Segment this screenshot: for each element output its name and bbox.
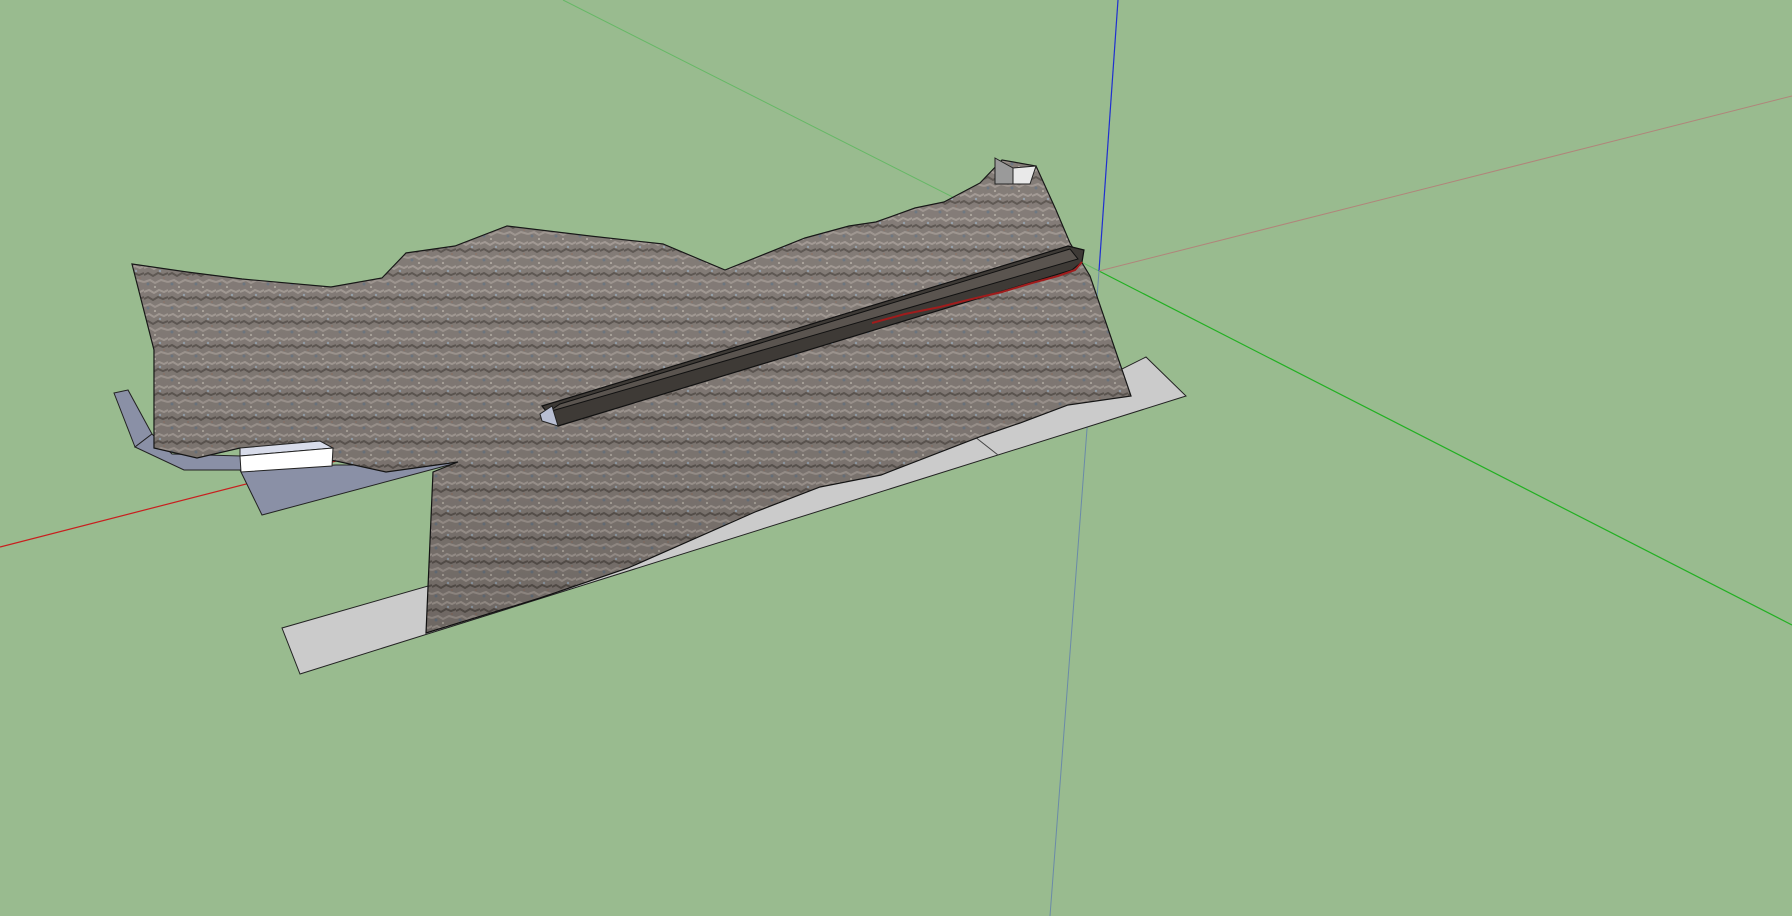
- model-scene[interactable]: [0, 0, 1792, 916]
- 3d-viewport[interactable]: [0, 0, 1792, 916]
